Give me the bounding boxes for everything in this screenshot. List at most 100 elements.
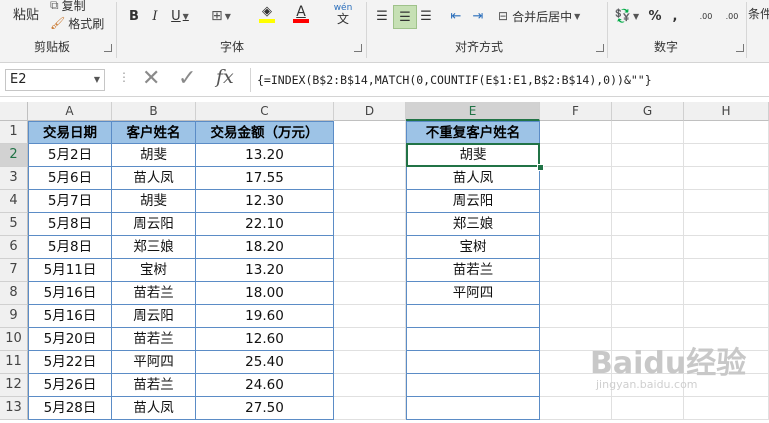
grid-cell[interactable]	[334, 397, 406, 420]
accounting-format-button[interactable]: 💱 ▼	[612, 5, 642, 27]
grid-cell[interactable]	[684, 305, 769, 328]
table-cell[interactable]: 5月26日	[28, 374, 112, 397]
align-left-button[interactable]: ☰	[372, 5, 392, 27]
align-right-button[interactable]: ☰	[416, 5, 436, 27]
row-header[interactable]: 11	[0, 351, 28, 374]
name-box[interactable]: E2 ▼	[5, 69, 105, 91]
cancel-icon[interactable]: ✕	[142, 66, 160, 91]
table-cell[interactable]: 5月11日	[28, 259, 112, 282]
unique-name-cell[interactable]: 苗若兰	[406, 259, 540, 282]
grid-cell[interactable]	[612, 167, 684, 190]
table-cell[interactable]: 郑三娘	[112, 236, 196, 259]
column-header-e[interactable]: E	[406, 102, 540, 121]
grid-cell[interactable]	[684, 121, 769, 144]
unique-header-cell[interactable]: 不重复客户姓名	[406, 121, 540, 144]
merge-center-button[interactable]: ⊟ 合并后居中 ▼	[498, 5, 600, 27]
align-center-button[interactable]: ☰	[393, 5, 417, 29]
table-cell[interactable]: 宝树	[112, 259, 196, 282]
table-cell[interactable]: 苗若兰	[112, 282, 196, 305]
grid-cell[interactable]	[612, 213, 684, 236]
table-cell[interactable]: 5月6日	[28, 167, 112, 190]
row-header[interactable]: 8	[0, 282, 28, 305]
table-cell[interactable]: 周云阳	[112, 305, 196, 328]
unique-name-cell[interactable]: 郑三娘	[406, 213, 540, 236]
percent-button[interactable]: %	[646, 5, 664, 27]
row-header[interactable]: 3	[0, 167, 28, 190]
unique-name-cell[interactable]: 平阿四	[406, 282, 540, 305]
table-cell[interactable]: 5月2日	[28, 144, 112, 167]
grid-cell[interactable]	[334, 282, 406, 305]
grid-cell[interactable]	[540, 213, 612, 236]
table-cell[interactable]: 5月28日	[28, 397, 112, 420]
table-cell[interactable]: 平阿四	[112, 351, 196, 374]
alignment-launcher-icon[interactable]	[596, 44, 604, 52]
formula-input[interactable]: {=INDEX(B$2:B$14,MATCH(0,COUNTIF(E$1:E1,…	[250, 68, 765, 92]
unique-name-cell[interactable]	[406, 328, 540, 351]
table-cell[interactable]: 5月7日	[28, 190, 112, 213]
table-cell[interactable]: 5月20日	[28, 328, 112, 351]
row-header[interactable]: 4	[0, 190, 28, 213]
unique-name-cell[interactable]: 周云阳	[406, 190, 540, 213]
decrease-indent-button[interactable]: ⇤	[446, 5, 466, 27]
grid-cell[interactable]	[334, 305, 406, 328]
paste-button[interactable]: 粘贴	[8, 2, 44, 24]
table-cell[interactable]: 5月16日	[28, 305, 112, 328]
table-cell[interactable]: 19.60	[196, 305, 334, 328]
row-header[interactable]: 12	[0, 374, 28, 397]
table-cell[interactable]: 13.20	[196, 144, 334, 167]
grid-cell[interactable]	[540, 282, 612, 305]
grid-cell[interactable]	[540, 236, 612, 259]
row-header[interactable]: 1	[0, 121, 28, 144]
grid-cell[interactable]	[540, 144, 612, 167]
grid-cell[interactable]	[684, 190, 769, 213]
underline-button[interactable]: U ▼	[166, 5, 194, 27]
insert-function-button[interactable]: fx	[216, 66, 234, 88]
column-header-b[interactable]: B	[112, 102, 196, 121]
decrease-decimal-button[interactable]: .00	[720, 5, 744, 27]
grid-cell[interactable]	[612, 259, 684, 282]
table-cell[interactable]: 5月16日	[28, 282, 112, 305]
table-cell[interactable]: 苗若兰	[112, 328, 196, 351]
fill-color-button[interactable]: ◈	[250, 3, 284, 25]
bold-button[interactable]: B	[124, 5, 144, 27]
unique-name-cell[interactable]: 胡斐	[406, 144, 540, 167]
table-cell[interactable]: 苗若兰	[112, 374, 196, 397]
table-cell[interactable]: 17.55	[196, 167, 334, 190]
column-header-c[interactable]: C	[196, 102, 334, 121]
number-launcher-icon[interactable]	[736, 44, 744, 52]
table-cell[interactable]: 胡斐	[112, 190, 196, 213]
grid-cell[interactable]	[334, 190, 406, 213]
row-header[interactable]: 9	[0, 305, 28, 328]
grid-cell[interactable]	[540, 121, 612, 144]
grid-cell[interactable]	[334, 259, 406, 282]
grid-cell[interactable]	[540, 397, 612, 420]
column-header-d[interactable]: D	[334, 102, 406, 121]
table-cell[interactable]: 24.60	[196, 374, 334, 397]
grid-cell[interactable]	[612, 282, 684, 305]
phonetic-button[interactable]: wén 文	[326, 3, 360, 25]
column-header-a[interactable]: A	[28, 102, 112, 121]
column-header-f[interactable]: F	[540, 102, 612, 121]
unique-name-cell[interactable]	[406, 374, 540, 397]
grid-cell[interactable]	[334, 144, 406, 167]
grid-cell[interactable]	[684, 259, 769, 282]
grid-cell[interactable]	[684, 213, 769, 236]
clipboard-launcher-icon[interactable]	[104, 44, 112, 52]
table-cell[interactable]: 5月8日	[28, 213, 112, 236]
table-cell[interactable]: 苗人凤	[112, 167, 196, 190]
grid-cell[interactable]	[612, 305, 684, 328]
grid-cell[interactable]	[612, 236, 684, 259]
grid-cell[interactable]	[540, 259, 612, 282]
table-cell[interactable]: 12.30	[196, 190, 334, 213]
row-header[interactable]: 10	[0, 328, 28, 351]
grid-cell[interactable]	[684, 282, 769, 305]
grid-cell[interactable]	[540, 305, 612, 328]
font-color-button[interactable]: A	[286, 3, 316, 25]
grid-cell[interactable]	[612, 397, 684, 420]
enter-check-icon[interactable]: ✓	[178, 66, 196, 91]
grid-cell[interactable]	[334, 121, 406, 144]
select-all-corner[interactable]	[0, 102, 28, 121]
format-painter-button[interactable]: 🖌 格式刷	[50, 12, 112, 34]
table-cell[interactable]: 27.50	[196, 397, 334, 420]
increase-decimal-button[interactable]: .00	[694, 5, 718, 27]
